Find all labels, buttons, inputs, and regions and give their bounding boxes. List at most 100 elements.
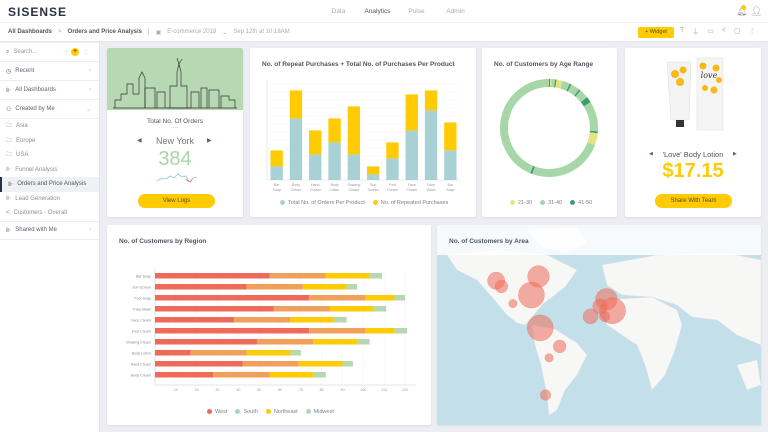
legend-label: South	[243, 409, 258, 415]
sidebar-item-label: Customers - Overall	[13, 210, 67, 217]
age-range-widget: No. of Customers by Age Range 21-30 31-4…	[482, 48, 617, 217]
bar-midwest	[334, 317, 347, 323]
sidebar-item[interactable]: 🗀︎ Asia	[0, 119, 99, 134]
bar-west	[155, 350, 191, 356]
sidebar-search[interactable]: ⌕ Search... ▫ + ⋮	[0, 43, 99, 62]
x-tick-label: 110	[381, 388, 387, 392]
filter-icon[interactable]: ⏚	[692, 27, 699, 37]
share-with-team-button[interactable]: Share With Team	[655, 194, 732, 208]
legend-item-west[interactable]: West	[207, 409, 227, 415]
search-input[interactable]: Search...	[13, 49, 37, 55]
share-icon[interactable]: <	[722, 27, 726, 37]
main-nav: Data Analytics Pulse Admin	[320, 0, 476, 25]
x-tick-label: 30	[216, 388, 220, 392]
sidebar-label: Recent	[15, 68, 35, 74]
bar-south	[309, 328, 366, 334]
sidebar-item[interactable]: < Customers - Overall	[0, 206, 99, 221]
screen-icon[interactable]: ▢	[734, 27, 741, 37]
legend-item-midwest[interactable]: Midwest	[305, 409, 334, 415]
purchases-bar-chart: BarSoapBodyCreamHandCreamBodyLotionShavi…	[266, 80, 460, 192]
prev-arrow-icon[interactable]: ◀	[137, 137, 142, 144]
bar-repeated	[424, 90, 438, 111]
more-icon[interactable]: ⋮	[83, 49, 89, 56]
map-bubble	[508, 299, 518, 308]
add-dashboard-button[interactable]: +	[71, 48, 79, 56]
sidebar-recent[interactable]: ◷ Recent ›	[0, 62, 99, 81]
x-tick-label: Sun	[370, 183, 376, 187]
sidebar-shared-with-me[interactable]: ⊪ Shared with Me ›	[0, 220, 99, 240]
breadcrumb-current: Orders and Price Analysis	[67, 29, 143, 35]
sidebar-label: All Dashboards	[15, 87, 56, 93]
bar-midwest	[342, 361, 353, 367]
x-tick-label: Cream	[291, 188, 302, 192]
y-tick-label: Body Cream	[131, 373, 151, 377]
donut-slice-41-50	[530, 165, 535, 175]
datasource-select[interactable]: E-commerce 2018	[167, 29, 216, 35]
product-logo-text: love	[701, 71, 718, 80]
nav-analytics[interactable]: Analytics	[359, 0, 396, 25]
donut-slice-31-40	[575, 90, 588, 103]
next-arrow-icon[interactable]: ▶	[207, 137, 212, 144]
bar-midwest	[346, 284, 358, 290]
bar-repeated	[366, 166, 380, 175]
sidebar-item-label: Asia	[16, 123, 28, 130]
search-icon: ⌕	[6, 48, 10, 55]
text-icon[interactable]: T	[680, 27, 684, 37]
sidebar-item[interactable]: 🗀︎ USA	[0, 148, 99, 163]
legend-item-orders[interactable]: Total No. of Orders Per Product	[280, 200, 365, 206]
legend-item-21-30[interactable]: 21-30	[510, 200, 532, 206]
legend-item-41-50[interactable]: 41-50	[570, 200, 592, 206]
legend-item-south[interactable]: South	[235, 409, 258, 415]
x-tick-label: Wash	[427, 188, 436, 192]
nav-admin[interactable]: Admin	[437, 0, 474, 25]
sidebar-created-by-me[interactable]: ⚇ Created by Me ⌄	[0, 100, 99, 119]
breadcrumb-all-dashboards[interactable]: All Dashboards	[8, 29, 52, 35]
legend-item-northeast[interactable]: Northeast	[265, 409, 298, 415]
sidebar-item[interactable]: 🗀︎ Europe	[0, 134, 99, 149]
shared-icon: ⊪	[6, 227, 12, 234]
sidebar-item-label: Orders and Price Analysis	[17, 181, 87, 188]
sidebar-item-label: Europe	[16, 137, 36, 144]
sparkline	[157, 173, 197, 183]
nav-pulse[interactable]: Pulse	[398, 0, 435, 25]
bar-repeated	[386, 142, 399, 159]
more-icon[interactable]: ⋮	[749, 27, 756, 37]
donut-slice-31-40	[500, 79, 550, 174]
bar-repeated	[444, 122, 457, 151]
sidebar-all-dashboards[interactable]: ⊪ All Dashboards ›	[0, 81, 99, 100]
bar-orders	[289, 118, 303, 180]
x-tick-label: Face	[408, 183, 416, 187]
sidebar-item-label: Lead Generation	[15, 195, 60, 202]
chevron-down-icon[interactable]: ⌄	[222, 29, 227, 36]
legend-item-repeated[interactable]: No. of Repeated Purchases	[372, 200, 448, 206]
x-tick-label: Cream	[310, 188, 321, 192]
sidebar-item[interactable]: ⊪ Lead Generation	[0, 192, 99, 207]
y-tick-label: Foot Soap	[134, 296, 151, 300]
next-arrow-icon[interactable]: ▶	[733, 151, 737, 157]
bar-west	[155, 361, 243, 367]
sidebar-item[interactable]: ⊪ Orders and Price Analysis	[0, 177, 99, 192]
bar-midwest	[369, 273, 383, 279]
bar-orders	[366, 174, 380, 180]
sidebar-item[interactable]: ⊪ Funnel Analysis	[0, 163, 99, 178]
bar-repeated	[347, 106, 361, 155]
users-icon: ⚇	[6, 106, 12, 113]
sisense-logo: SISENSE	[8, 5, 68, 19]
new-folder-icon[interactable]: ▫	[65, 49, 67, 55]
prev-arrow-icon[interactable]: ◀	[649, 151, 653, 157]
y-tick-label: Shaving Cream	[126, 340, 151, 344]
nav-data[interactable]: Data	[320, 0, 357, 25]
region-bar-chart: 10 20 30 40 50 60 70 80 90 100 110 120 Bar Soap Sun S…	[126, 269, 416, 392]
bar-midwest	[357, 339, 370, 345]
legend-item-31-40[interactable]: 31-40	[540, 200, 562, 206]
bar-orders	[328, 142, 341, 180]
world-map[interactable]	[437, 225, 761, 425]
view-logs-button[interactable]: View Logs	[138, 194, 215, 208]
add-widget-button[interactable]: + Widget	[638, 27, 674, 38]
product-image: love	[666, 57, 724, 131]
image-icon[interactable]: ▭	[707, 27, 714, 37]
folder-icon: 🗀︎	[6, 137, 13, 144]
bar-repeated	[270, 150, 283, 167]
user-icon[interactable]: 👤︎	[751, 6, 762, 17]
sidebar-label: Created by Me	[15, 106, 55, 112]
